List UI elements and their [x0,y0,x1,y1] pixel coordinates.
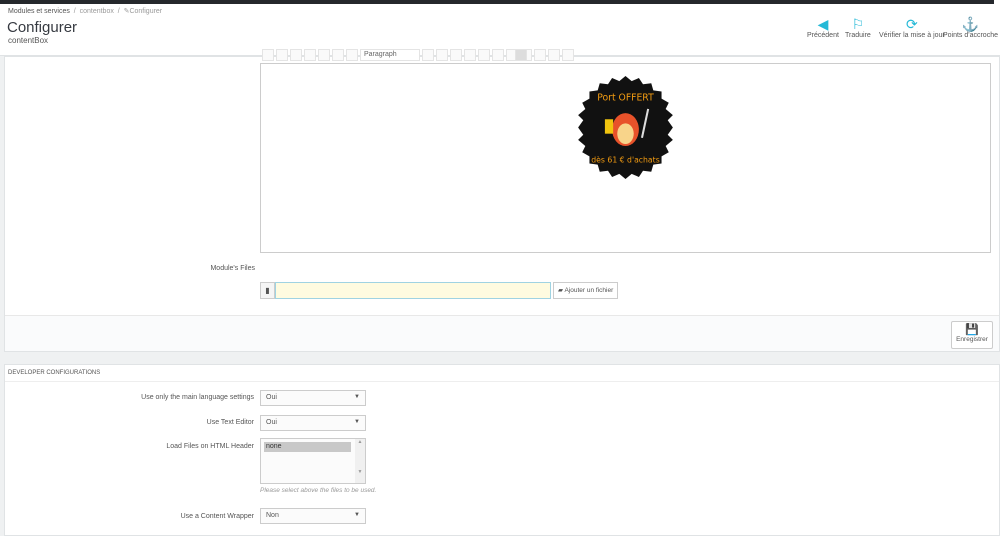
numbered-list-button[interactable] [464,49,476,61]
bold-button[interactable] [276,49,288,61]
floppy-disk-icon: 💾 [965,324,979,336]
caret-down-icon: ▼ [354,419,360,425]
add-file-label: Ajouter un fichier [564,287,614,294]
link-button[interactable] [534,49,546,61]
code-button[interactable] [562,49,574,61]
back-label: Précédent [807,32,839,39]
format-select[interactable]: Paragraph [360,49,420,61]
load-files-option-none[interactable]: none [264,442,351,452]
module-config-panel: Paragraph Port OFFERT dès 61 € d'achats … [4,49,1000,352]
caret-down-icon: ▼ [354,512,360,518]
align-center-button[interactable] [515,49,527,61]
breadcrumb: Modules et services / contentbox / ✎Conf… [8,8,163,15]
save-button[interactable]: 💾 Enregistrer [951,321,993,349]
add-file-button[interactable]: ▰ Ajouter un fichier [553,282,619,299]
content-wrapper-select[interactable]: Non ▼ [260,508,366,524]
italic-button[interactable] [290,49,302,61]
content-wrapper-value: Non [266,512,279,519]
file-icon: ▮ [260,282,275,299]
underline-button[interactable] [304,49,316,61]
color-button[interactable] [422,49,434,61]
module-files-label: Module's Files [210,265,255,272]
badge-bottom-text: dès 61 € d'achats [591,156,659,165]
module-files-input[interactable] [275,282,551,299]
developer-config-heading: DEVELOPER CONFIGURATIONS [5,365,999,382]
editor-tool-button[interactable] [262,49,274,61]
clear-format-button[interactable] [436,49,448,61]
hooks-button[interactable]: ⚓ Points d'accroche [943,16,998,39]
align-right-button[interactable] [346,49,358,61]
image-button[interactable] [548,49,560,61]
translate-button[interactable]: ⚐ Traduire [845,16,871,39]
content-wrapper-label: Use a Content Wrapper [180,513,254,520]
align-left-button[interactable] [332,49,344,61]
load-files-label: Load Files on HTML Header [166,443,254,450]
text-editor-select[interactable]: Oui ▼ [260,415,366,431]
developer-config-panel: DEVELOPER CONFIGURATIONS Use only the ma… [4,364,1000,536]
main-language-select[interactable]: Oui ▼ [260,390,366,406]
check-update-button[interactable]: ⟳ Vérifier la mise à jour [879,16,945,39]
text-editor-value: Oui [266,419,277,426]
main-language-label: Use only the main language settings [141,394,254,401]
text-editor-label: Use Text Editor [206,419,254,426]
badge-top-text: Port OFFERT [597,93,654,104]
translate-label: Traduire [845,32,871,39]
back-button[interactable]: ◀ Précédent [807,16,839,39]
breadcrumb-modules[interactable]: Modules et services [8,8,70,15]
check-update-label: Vérifier la mise à jour [879,32,945,39]
port-offert-badge-image: Port OFFERT dès 61 € d'achats [578,76,673,179]
panel-footer: 💾 Enregistrer [5,315,999,351]
hooks-label: Points d'accroche [942,32,998,39]
outdent-button[interactable] [478,49,490,61]
indent-button[interactable] [492,49,504,61]
save-label: Enregistrer [956,336,988,343]
page-subtitle: contentBox [8,36,49,45]
caret-down-icon: ▼ [354,394,360,400]
anchor-icon: ⚓ [961,16,980,32]
load-files-multiselect[interactable]: none ▲ ▼ [260,438,366,484]
file-upload: ▮ ▰ Ajouter un fichier [260,282,619,299]
rich-text-editor[interactable]: Port OFFERT dès 61 € d'achats [260,63,991,253]
multiselect-scrollbar[interactable]: ▲ ▼ [355,439,365,483]
flag-icon: ⚐ [851,16,865,32]
page-title: Configurer [7,19,78,36]
main-language-value: Oui [266,394,277,401]
breadcrumb-configurer: Configurer [129,8,163,15]
strike-button[interactable] [318,49,330,61]
arrow-circle-left-icon: ◀ [817,16,829,32]
breadcrumb-contentbox[interactable]: contentbox [80,8,114,15]
editor-toolbar: Paragraph [260,48,991,63]
load-files-help: Please select above the files to be used… [260,487,377,494]
list-button[interactable] [450,49,462,61]
refresh-icon: ⟳ [906,16,918,32]
